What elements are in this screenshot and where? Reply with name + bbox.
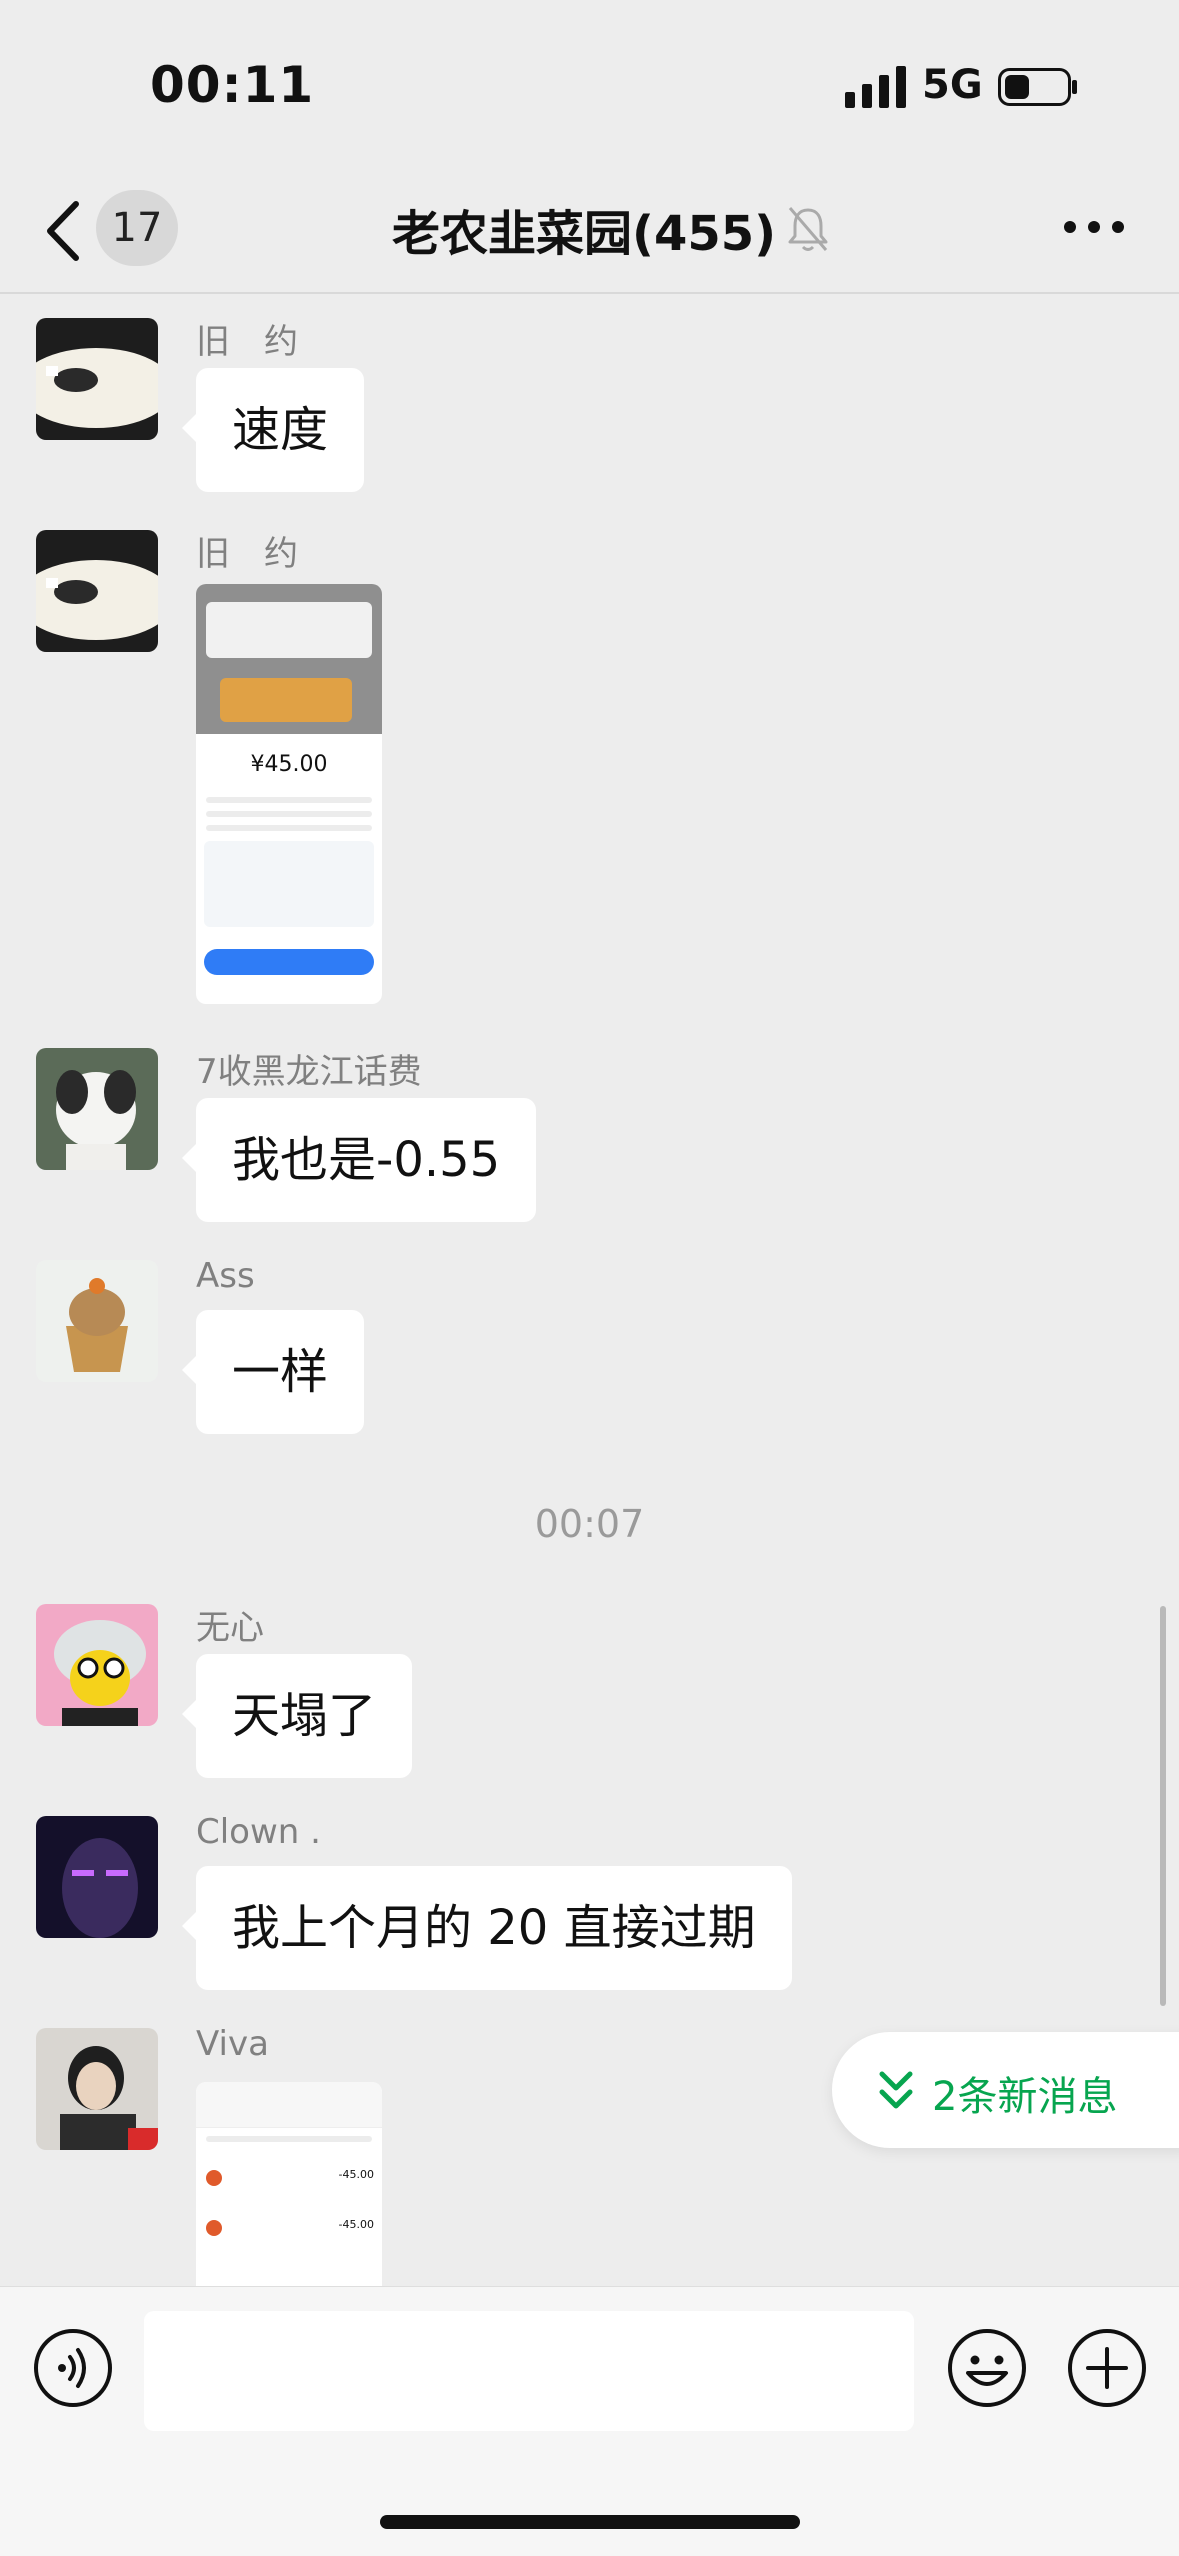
avatar[interactable] (36, 530, 158, 652)
avatar[interactable] (36, 2028, 158, 2150)
message-bubble[interactable]: 一样 (181, 1310, 365, 1434)
message-list[interactable]: 旧 约 速度 旧 约 ¥45.00 7收黑龙江话费 我也是-0.55 Ass 一… (0, 296, 1179, 2286)
image-amount-text: -45.00 (338, 2168, 374, 2181)
muted-bell-icon (788, 207, 828, 251)
scrollbar[interactable] (1160, 1606, 1166, 2006)
double-chevron-down-icon (879, 2071, 913, 2109)
back-arrow-icon[interactable] (40, 198, 90, 264)
image-amount-text: -45.00 (338, 2218, 374, 2231)
status-time: 00:11 (150, 56, 315, 114)
sender-name: 无心 (196, 1608, 264, 1648)
plus-icon[interactable] (1066, 2327, 1148, 2409)
image-price-text: ¥45.00 (250, 752, 328, 777)
home-indicator (380, 2515, 800, 2529)
message-bubble[interactable]: 速度 (181, 368, 365, 492)
chat-title: 老农韭菜园(455) (392, 206, 777, 262)
sender-name: Ass (196, 1256, 255, 1296)
sender-name: Clown . (196, 1812, 321, 1852)
time-divider: 00:07 (534, 1502, 645, 1546)
voice-input-icon[interactable] (32, 2327, 114, 2409)
sender-name: 7收黑龙江话费 (196, 1052, 422, 1092)
avatar[interactable] (36, 1048, 158, 1170)
unread-count-badge[interactable]: 17 (96, 190, 178, 266)
avatar[interactable] (36, 318, 158, 440)
sender-name: 旧 约 (196, 322, 298, 362)
status-bar: 00:11 5G (0, 0, 1179, 170)
signal-icon (845, 66, 906, 108)
battery-icon (998, 68, 1077, 106)
message-bubble[interactable]: 我上个月的 20 直接过期 (182, 1866, 792, 1990)
sender-name: 旧 约 (196, 534, 298, 574)
input-bar (0, 2286, 1179, 2556)
message-bubble[interactable]: 天塌了 (181, 1654, 413, 1778)
confirm-pay-button-thumb (204, 949, 374, 975)
message-bubble[interactable]: 我也是-0.55 (181, 1098, 537, 1222)
message-input[interactable] (144, 2311, 914, 2431)
new-messages-button[interactable]: 2条新消息 (832, 2032, 1179, 2148)
sender-name: Viva (196, 2024, 269, 2064)
more-options-icon[interactable] (1062, 214, 1126, 240)
emoji-icon[interactable] (946, 2327, 1028, 2409)
network-type: 5G (922, 62, 983, 108)
avatar[interactable] (36, 1816, 158, 1938)
image-message[interactable]: -45.00 -45.00 (196, 2082, 382, 2286)
new-messages-label: 2条新消息 (932, 2074, 1118, 2120)
chat-header: 17 老农韭菜园(455) (0, 170, 1179, 294)
image-message[interactable]: ¥45.00 (196, 584, 382, 1004)
avatar[interactable] (36, 1260, 158, 1382)
avatar[interactable] (36, 1604, 158, 1726)
